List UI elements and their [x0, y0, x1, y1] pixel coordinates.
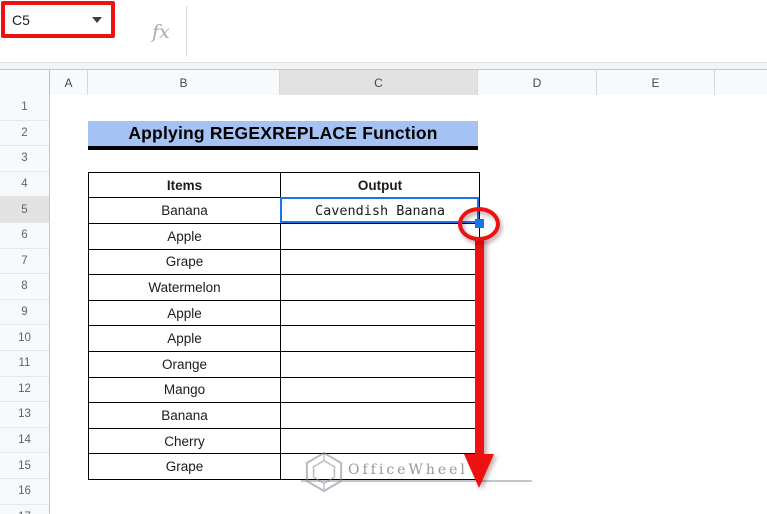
name-box[interactable]: C5 — [1, 1, 115, 38]
row-header-11[interactable]: 11 — [0, 350, 49, 377]
fx-icon: fx — [152, 21, 170, 43]
cell-item-b5[interactable]: Banana — [88, 197, 281, 224]
table-row: Orange — [88, 350, 480, 378]
row-header-8[interactable]: 8 — [0, 274, 49, 300]
formula-input[interactable]: =REGEXREPLACE(REGEXREPLACE(REGEXREPLACE(… — [198, 3, 764, 61]
table-row: Banana — [88, 402, 480, 429]
cell-output-c8[interactable] — [280, 274, 480, 301]
formula-bar-divider — [186, 6, 187, 57]
table-row: Apple — [88, 325, 480, 352]
cell-output-c13[interactable] — [280, 402, 480, 429]
row-header-9[interactable]: 9 — [0, 299, 49, 326]
formula-line-1: =REGEXREPLACE(REGEXREPLACE(REGEXREPLACE(… — [198, 59, 764, 61]
row-header-10[interactable]: 10 — [0, 325, 49, 351]
cell-output-c11[interactable] — [280, 350, 480, 378]
cell-output-c10[interactable] — [280, 325, 480, 352]
table-row: Cherry — [88, 427, 480, 455]
cell-item-b11[interactable]: Orange — [88, 350, 281, 378]
column-header-e[interactable]: E — [597, 70, 715, 95]
items-header-cell[interactable]: Items — [88, 171, 281, 199]
row-header-14[interactable]: 14 — [0, 427, 49, 454]
row-header-column: 1 2 3 4 5 6 7 8 9 10 11 12 13 14 15 16 1… — [0, 95, 50, 514]
row-header-1[interactable]: 1 — [0, 95, 49, 121]
table-row: Apple — [88, 222, 480, 250]
name-box-value: C5 — [12, 11, 30, 28]
cell-item-b13[interactable]: Banana — [88, 402, 281, 429]
cell-item-b10[interactable]: Apple — [88, 325, 281, 352]
column-header-d[interactable]: D — [478, 70, 597, 95]
column-header-row: A B C D E — [0, 70, 767, 95]
cell-item-b6[interactable]: Apple — [88, 222, 281, 250]
watermark-underline — [301, 480, 532, 482]
worksheet-title-cell[interactable]: Applying REGEXREPLACE Function — [88, 120, 478, 151]
cell-output-c7[interactable] — [280, 248, 480, 276]
column-header-a[interactable]: A — [50, 70, 88, 95]
row-header-13[interactable]: 13 — [0, 402, 49, 428]
select-all-corner[interactable] — [0, 70, 50, 95]
officewheel-logo-icon — [305, 451, 343, 493]
table-row: Apple — [88, 299, 480, 327]
cell-item-b15[interactable]: Grape — [88, 453, 281, 480]
cell-item-b14[interactable]: Cherry — [88, 427, 281, 455]
row-header-17[interactable]: 17 — [0, 504, 49, 514]
table-row: Banana Cavendish Banana — [88, 197, 480, 224]
table-header-row: Items Output — [88, 171, 480, 199]
cell-output-c6[interactable] — [280, 222, 480, 250]
cell-item-b12[interactable]: Mango — [88, 376, 281, 404]
cell-output-c9[interactable] — [280, 299, 480, 327]
active-cell-c5[interactable]: Cavendish Banana — [280, 197, 480, 224]
formula-toolbar: C5 fx =REGEXREPLACE(REGEXREPLACE(REGEXRE… — [0, 0, 767, 62]
output-header-cell[interactable]: Output — [280, 171, 480, 199]
column-header-f-partial[interactable] — [715, 70, 767, 95]
row-header-4[interactable]: 4 — [0, 171, 49, 198]
row-header-6[interactable]: 6 — [0, 222, 49, 249]
fill-handle-circle-annotation — [458, 206, 500, 241]
table-row: Grape — [88, 248, 480, 276]
toolbar-separator — [0, 62, 767, 70]
officewheel-text: OfficeWheel — [348, 462, 468, 478]
cell-item-b8[interactable]: Watermelon — [88, 274, 281, 301]
fruit-table: Items Output Banana Cavendish Banana App… — [88, 171, 480, 480]
arrow-head-icon — [464, 454, 494, 488]
row-header-2[interactable]: 2 — [0, 120, 49, 147]
row-header-3[interactable]: 3 — [0, 146, 49, 172]
cell-output-c12[interactable] — [280, 376, 480, 404]
row-header-5[interactable]: 5 — [0, 197, 49, 223]
column-header-b[interactable]: B — [88, 70, 280, 95]
spreadsheet-app: C5 fx =REGEXREPLACE(REGEXREPLACE(REGEXRE… — [0, 0, 767, 514]
cell-item-b7[interactable]: Grape — [88, 248, 281, 276]
table-row: Watermelon — [88, 274, 480, 301]
row-header-12[interactable]: 12 — [0, 376, 49, 403]
name-box-dropdown-icon[interactable] — [92, 16, 102, 23]
table-row: Mango — [88, 376, 480, 404]
cell-item-b9[interactable]: Apple — [88, 299, 281, 327]
column-header-c[interactable]: C — [280, 70, 478, 95]
arrow-line — [474, 237, 484, 457]
cell-output-c14[interactable] — [280, 427, 480, 455]
row-header-7[interactable]: 7 — [0, 248, 49, 275]
row-header-15[interactable]: 15 — [0, 453, 49, 479]
row-header-16[interactable]: 16 — [0, 478, 49, 505]
